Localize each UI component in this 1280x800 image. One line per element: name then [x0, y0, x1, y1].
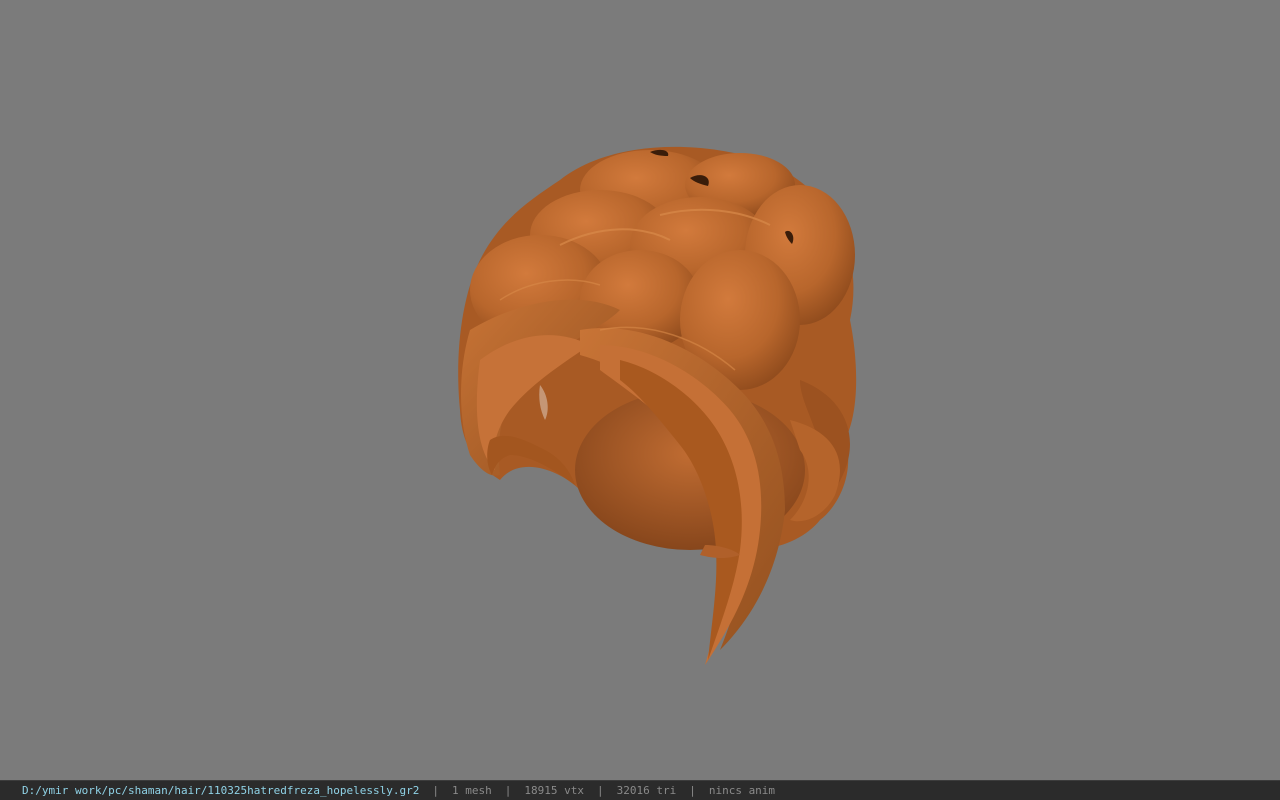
mesh-count-label: 1 mesh	[451, 784, 492, 797]
status-separator: |	[596, 784, 604, 797]
status-separator: |	[689, 784, 696, 797]
triangle-count-label: 32016 tri	[616, 784, 677, 797]
status-separator: |	[504, 784, 512, 797]
file-path-label: D:/ymir work/pc/shaman/hair/110325hatred…	[22, 784, 420, 797]
animation-state-label: nincs anim	[708, 784, 776, 797]
hair-model-render[interactable]	[0, 0, 1280, 780]
status-separator: |	[432, 784, 439, 797]
status-bar: D:/ymir work/pc/shaman/hair/110325hatred…	[0, 780, 1280, 800]
3d-viewport[interactable]	[0, 0, 1280, 780]
vertex-count-label: 18915 vtx	[524, 784, 584, 797]
